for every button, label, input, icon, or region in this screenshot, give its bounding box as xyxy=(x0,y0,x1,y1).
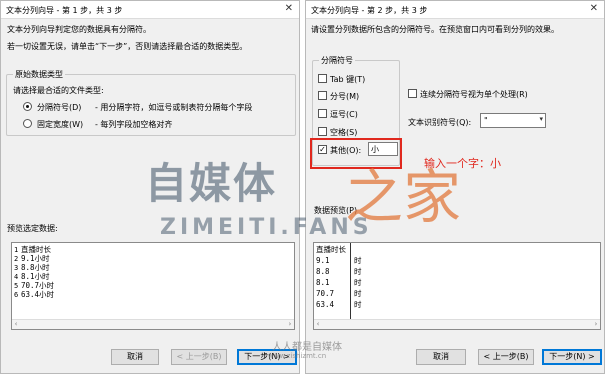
radio-delimited[interactable] xyxy=(23,102,32,111)
tab-checkbox-label[interactable]: Tab 键(T) xyxy=(330,74,365,85)
radio-delimited-label[interactable]: 分隔符号(D) xyxy=(37,102,81,113)
table-row: 8.1 时 xyxy=(316,278,362,287)
table-row: 9.1 时 xyxy=(316,256,362,265)
table-row: 直播时长 xyxy=(316,245,346,254)
space-checkbox-label[interactable]: 空格(S) xyxy=(330,127,357,138)
wizard-step2-dialog: 文本分列向导 - 第 2 步，共 3 步 ✕ 请设置分列数据所包含的分隔符号。在… xyxy=(305,0,605,374)
qualifier-select[interactable]: " ▾ xyxy=(480,113,546,128)
comma-checkbox-label[interactable]: 逗号(C) xyxy=(330,109,358,120)
qualifier-value: " xyxy=(484,116,488,125)
table-row: 3 8.8小时 xyxy=(14,263,50,272)
step2-preview-scrollbar[interactable]: ‹ › xyxy=(314,319,600,329)
semicolon-checkbox-label[interactable]: 分号(M) xyxy=(330,91,359,102)
step2-back-button[interactable]: < 上一步(B) xyxy=(478,349,534,365)
wizard-step1-dialog: 文本分列向导 - 第 1 步，共 3 步 ✕ 文本分列向导判定您的数据具有分隔符… xyxy=(0,0,300,374)
table-row: 63.4 时 xyxy=(316,300,362,309)
scroll-left-icon[interactable]: ‹ xyxy=(14,320,18,328)
chevron-down-icon[interactable]: ▾ xyxy=(539,115,543,123)
comma-checkbox[interactable] xyxy=(318,109,327,118)
scroll-left-icon[interactable]: ‹ xyxy=(316,320,320,328)
choose-type-label: 请选择最合适的文件类型: xyxy=(13,86,104,95)
consecutive-checkbox-label[interactable]: 连续分隔符号视为单个处理(R) xyxy=(420,89,528,100)
semicolon-checkbox[interactable] xyxy=(318,91,327,100)
step1-preview-box[interactable]: 1 直播时长 2 9.1小时 3 8.8小时 4 8.1小时 5 70.7小时 6 63.4… xyxy=(11,242,295,330)
step1-preview-scrollbar[interactable]: ‹ › xyxy=(12,319,294,329)
delimiters-group-label: 分隔符号 xyxy=(319,55,355,66)
close-icon[interactable]: ✕ xyxy=(285,3,293,14)
step2-next-button[interactable]: 下一步(N) > xyxy=(542,349,602,365)
step1-preview-label: 预览选定数据: xyxy=(7,224,58,233)
table-row: 6 63.4小时 xyxy=(14,290,55,299)
step1-back-button[interactable]: < 上一步(B) xyxy=(171,349,227,365)
step2-titlebar: 文本分列向导 - 第 2 步，共 3 步 ✕ xyxy=(306,1,604,19)
highlight-box xyxy=(310,138,402,169)
step2-cancel-button[interactable]: 取消 xyxy=(416,349,466,365)
close-icon[interactable]: ✕ xyxy=(590,3,598,14)
space-checkbox[interactable] xyxy=(318,127,327,136)
scroll-right-icon[interactable]: › xyxy=(288,320,292,328)
scroll-right-icon[interactable]: › xyxy=(594,320,598,328)
step1-titlebar: 文本分列向导 - 第 1 步，共 3 步 ✕ xyxy=(1,1,299,19)
step1-title: 文本分列向导 - 第 1 步，共 3 步 xyxy=(6,6,123,15)
step2-preview-label: 数据预览(P) xyxy=(314,206,358,215)
table-row: 4 8.1小时 xyxy=(14,272,50,281)
step1-intro: 文本分列向导判定您的数据具有分隔符。 xyxy=(7,25,151,34)
table-row: 8.8 时 xyxy=(316,267,362,276)
radio-fixed-width[interactable] xyxy=(23,119,32,128)
table-row: 5 70.7小时 xyxy=(14,281,55,290)
consecutive-checkbox[interactable] xyxy=(408,89,417,98)
table-row: 2 9.1小时 xyxy=(14,254,50,263)
qualifier-label: 文本识别符号(Q): xyxy=(408,118,472,127)
radio-fixed-width-label[interactable]: 固定宽度(W) xyxy=(37,119,83,130)
step2-preview-box[interactable]: 直播时长 9.1 时 8.8 时 8.1 时 70.7 时 63.4 时 ‹ › xyxy=(313,242,601,330)
step1-cancel-button[interactable]: 取消 xyxy=(111,349,159,365)
table-row: 70.7 时 xyxy=(316,289,362,298)
tab-checkbox[interactable] xyxy=(318,74,327,83)
annotation-text: 输入一个字：小 xyxy=(424,157,501,170)
step2-intro: 请设置分列数据所包含的分隔符号。在预览窗口内可看到分列的效果。 xyxy=(311,25,559,34)
step2-title: 文本分列向导 - 第 2 步，共 3 步 xyxy=(311,6,428,15)
table-row: 1 直播时长 xyxy=(14,245,51,254)
radio-delimited-desc: - 用分隔字符，如逗号或制表符分隔每个字段 xyxy=(95,103,253,112)
step1-hint: 若一切设置无误，请单击“下一步”，否则请选择最合适的数据类型。 xyxy=(7,42,248,51)
radio-fixed-width-desc: - 每列字段加空格对齐 xyxy=(95,120,173,129)
column-separator xyxy=(350,243,351,319)
data-type-group-label: 原始数据类型 xyxy=(13,69,65,80)
step1-next-button[interactable]: 下一步(N) > xyxy=(237,349,297,365)
